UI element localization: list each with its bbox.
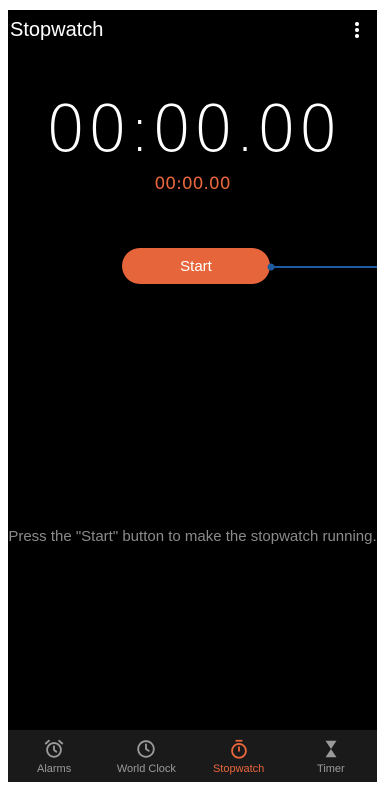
app-screen: Stopwatch 00:00.00 00:00.00 Start Press … [8,10,377,782]
hourglass-icon [325,740,337,758]
bottom-nav: Alarms World Clock Stopwatch Timer [8,730,377,782]
hint-text: Press the "Start" button to make the sto… [8,528,377,545]
nav-label-alarms: Alarms [37,763,72,775]
more-vert-icon [355,22,359,38]
nav-item-timer[interactable]: Timer [285,730,377,782]
stopwatch-icon [230,739,247,759]
app-bar: Stopwatch [8,10,377,54]
clock-icon [137,740,156,758]
nav-item-stopwatch[interactable]: Stopwatch [193,730,285,782]
alarm-icon [44,739,64,758]
connector-line [267,263,377,271]
main-time-display: 00:00.00 [45,93,340,167]
overflow-menu-button[interactable] [345,16,369,44]
nav-item-world-clock[interactable]: World Clock [100,730,192,782]
nav-item-alarms[interactable]: Alarms [8,730,100,782]
page-title: Stopwatch [10,19,104,41]
start-button[interactable]: Start [122,248,270,284]
nav-label-timer: Timer [317,763,345,775]
nav-label-world-clock: World Clock [116,763,176,775]
nav-label-stopwatch: Stopwatch [212,763,265,775]
lap-time-display: 00:00.00 [154,174,231,194]
